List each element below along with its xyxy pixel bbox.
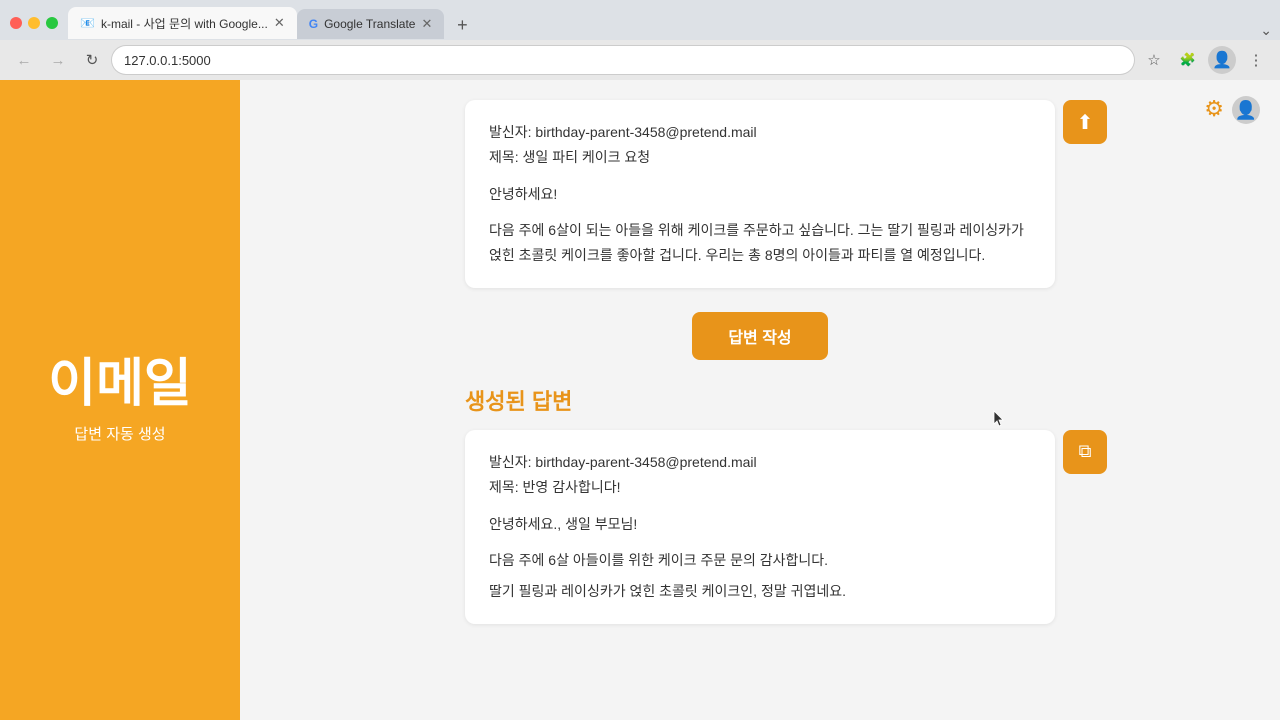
maximize-window-button[interactable] xyxy=(46,17,58,29)
gen-body2: 딸기 필링과 레이싱카가 얹힌 초콜릿 케이크인, 정말 귀엽네요. xyxy=(489,579,1031,604)
gen-body1: 다음 주에 6살 아들이를 위한 케이크 주문 문의 감사합니다. xyxy=(489,548,1031,573)
tab-1-close[interactable]: ✕ xyxy=(274,15,285,31)
sidebar-title: 이메일 xyxy=(48,356,192,413)
gen-sender-label: 발신자: xyxy=(489,454,532,470)
generated-body: 안녕하세요., 생일 부모님! 다음 주에 6살 아들이를 위한 케이크 주문 … xyxy=(489,512,1031,604)
email-greeting: 안녕하세요! xyxy=(489,182,1031,207)
generated-card: 발신자: birthday-parent-3458@pretend.mail 제… xyxy=(465,430,1055,624)
tab-2[interactable]: G Google Translate ✕ xyxy=(297,9,445,39)
main-content: ⚙ 👤 발신자: birthday-parent-3458@pretend.ma… xyxy=(240,80,1280,720)
reply-button[interactable]: 답변 작성 xyxy=(692,312,827,360)
address-text: 127.0.0.1:5000 xyxy=(124,53,1122,68)
new-tab-button[interactable]: + xyxy=(448,11,476,39)
upload-button[interactable]: ⬆ xyxy=(1063,100,1107,144)
generated-section-title-wrapper: 생성된 답변 xyxy=(465,384,1055,416)
main-wrapper: 발신자: birthday-parent-3458@pretend.mail 제… xyxy=(240,80,1280,624)
sender-value: birthday-parent-3458@pretend.mail xyxy=(535,124,756,140)
tabs-area: 📧 k-mail - 사업 문의 with Google... ✕ G Goog… xyxy=(68,7,1280,39)
minimize-window-button[interactable] xyxy=(28,17,40,29)
tab-2-close[interactable]: ✕ xyxy=(421,16,432,32)
tab-1-title: k-mail - 사업 문의 with Google... xyxy=(101,15,268,32)
upload-icon: ⬆ xyxy=(1077,110,1094,135)
tab-1[interactable]: 📧 k-mail - 사업 문의 with Google... ✕ xyxy=(68,7,297,39)
subject-label: 제목: xyxy=(489,149,519,165)
user-icon[interactable]: 👤 xyxy=(1232,96,1260,124)
extensions-button[interactable]: 🧩 xyxy=(1174,46,1202,74)
back-button[interactable]: ← xyxy=(10,46,38,74)
tab-bar: 📧 k-mail - 사업 문의 with Google... ✕ G Goog… xyxy=(0,0,1280,40)
refresh-button[interactable]: ↻ xyxy=(78,46,106,74)
forward-button[interactable]: → xyxy=(44,46,72,74)
tab-bar-menu[interactable]: ⌄ xyxy=(1260,22,1272,39)
gen-subject-value: 반영 감사합니다! xyxy=(523,479,621,495)
copy-icon: ⧉ xyxy=(1079,441,1092,462)
email-card-wrapper: 발신자: birthday-parent-3458@pretend.mail 제… xyxy=(465,100,1055,288)
gen-sender-value: birthday-parent-3458@pretend.mail xyxy=(535,454,756,470)
window-controls xyxy=(0,17,68,29)
generated-section-title: 생성된 답변 xyxy=(465,384,1055,416)
sidebar-subtitle: 답변 자동 생성 xyxy=(74,423,165,444)
browser-chrome: 📧 k-mail - 사업 문의 with Google... ✕ G Goog… xyxy=(0,0,1280,80)
gen-greeting: 안녕하세요., 생일 부모님! xyxy=(489,512,1031,537)
top-right-icons: ⚙ 👤 xyxy=(1204,96,1260,124)
email-meta: 발신자: birthday-parent-3458@pretend.mail 제… xyxy=(489,120,1031,170)
bookmark-button[interactable]: ☆ xyxy=(1140,46,1168,74)
tab-2-title: Google Translate xyxy=(324,17,415,31)
sender-label: 발신자: xyxy=(489,124,532,140)
gen-subject-label: 제목: xyxy=(489,479,519,495)
address-bar-row: ← → ↻ 127.0.0.1:5000 ☆ 🧩 👤 ⋮ xyxy=(0,40,1280,80)
browser-menu-button[interactable]: ⋮ xyxy=(1242,46,1270,74)
app-layout: 이메일 답변 자동 생성 ⚙ 👤 발신자: birthday-parent-34… xyxy=(0,80,1280,720)
tab-1-favicon: 📧 xyxy=(80,16,95,30)
email-card: 발신자: birthday-parent-3458@pretend.mail 제… xyxy=(465,100,1055,288)
email-text: 다음 주에 6살이 되는 아들을 위해 케이크를 주문하고 싶습니다. 그는 딸… xyxy=(489,218,1031,268)
generated-meta: 발신자: birthday-parent-3458@pretend.mail 제… xyxy=(489,450,1031,500)
copy-button[interactable]: ⧉ xyxy=(1063,430,1107,474)
close-window-button[interactable] xyxy=(10,17,22,29)
tab-2-favicon: G xyxy=(309,17,318,31)
email-body: 안녕하세요! 다음 주에 6살이 되는 아들을 위해 케이크를 주문하고 싶습니… xyxy=(489,182,1031,268)
generated-card-wrapper: 발신자: birthday-parent-3458@pretend.mail 제… xyxy=(465,430,1055,624)
sidebar: 이메일 답변 자동 생성 xyxy=(0,80,240,720)
profile-button[interactable]: 👤 xyxy=(1208,46,1236,74)
address-bar[interactable]: 127.0.0.1:5000 xyxy=(112,46,1134,74)
subject-value: 생일 파티 케이크 요청 xyxy=(523,149,651,165)
settings-icon[interactable]: ⚙ xyxy=(1204,96,1224,124)
